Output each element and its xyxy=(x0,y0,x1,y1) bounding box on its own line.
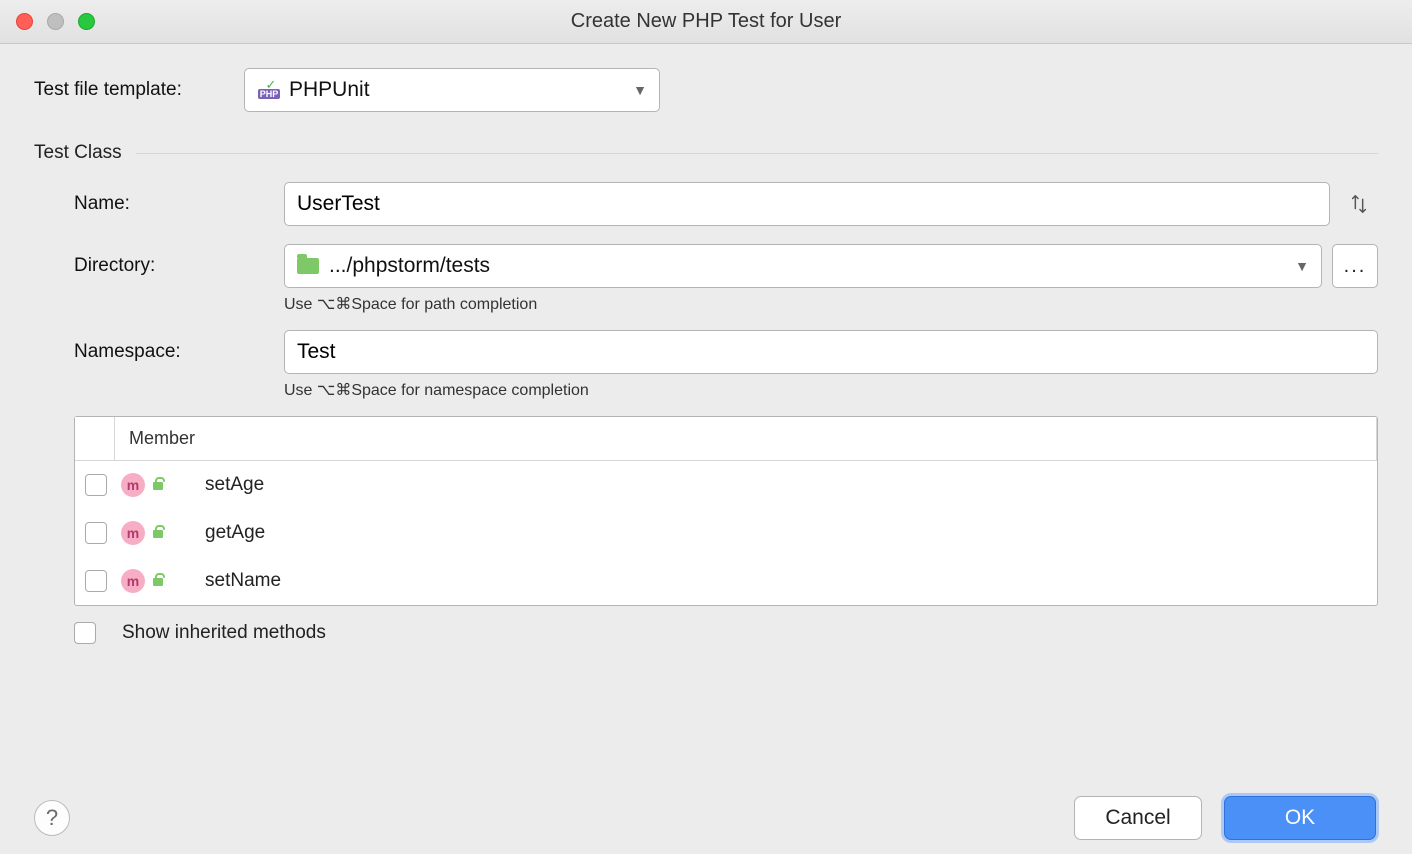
member-name: setName xyxy=(205,570,281,592)
namespace-hint: Use ⌥⌘Space for namespace completion xyxy=(284,380,1378,400)
chevron-down-icon: ▼ xyxy=(1295,258,1309,274)
namespace-label: Namespace: xyxy=(74,341,284,363)
member-header[interactable]: Member xyxy=(115,417,1377,460)
template-combobox[interactable]: ✓ PHP PHPUnit ▼ xyxy=(244,68,660,112)
show-inherited-checkbox[interactable] xyxy=(74,622,96,644)
name-input-wrapper xyxy=(284,182,1330,226)
table-row[interactable]: m setName xyxy=(75,557,1377,605)
namespace-input-wrapper xyxy=(284,330,1378,374)
method-icon: m xyxy=(121,521,145,545)
window-title: Create New PHP Test for User xyxy=(0,10,1412,33)
help-button[interactable]: ? xyxy=(34,800,70,836)
browse-directory-button[interactable]: ... xyxy=(1332,244,1378,288)
dialog-content: Test file template: ✓ PHP PHPUnit ▼ Test… xyxy=(0,44,1412,644)
folder-icon xyxy=(297,258,319,274)
show-inherited-label: Show inherited methods xyxy=(122,622,326,644)
unlock-icon xyxy=(151,478,167,492)
member-checkbox[interactable] xyxy=(85,570,107,592)
unlock-icon xyxy=(151,526,167,540)
unlock-icon xyxy=(151,574,167,588)
template-label: Test file template: xyxy=(34,79,244,101)
template-value: PHPUnit xyxy=(289,78,370,102)
name-input[interactable] xyxy=(297,192,1317,216)
chevron-down-icon: ▼ xyxy=(633,82,647,98)
directory-combobox[interactable]: .../phpstorm/tests ▼ xyxy=(284,244,1322,288)
members-table: Member m setAge m getAge m setName xyxy=(74,416,1378,606)
divider xyxy=(136,153,1378,154)
dialog-footer: ? Cancel OK xyxy=(0,796,1412,840)
directory-hint: Use ⌥⌘Space for path completion xyxy=(284,294,1378,314)
cancel-button[interactable]: Cancel xyxy=(1074,796,1202,840)
directory-value: .../phpstorm/tests xyxy=(329,254,490,278)
namespace-input[interactable] xyxy=(297,340,1365,364)
test-class-section-header: Test Class xyxy=(34,142,1378,164)
member-name: setAge xyxy=(205,474,264,496)
member-name: getAge xyxy=(205,522,265,544)
table-row[interactable]: m getAge xyxy=(75,509,1377,557)
table-header: Member xyxy=(75,417,1377,461)
table-row[interactable]: m setAge xyxy=(75,461,1377,509)
method-icon: m xyxy=(121,473,145,497)
section-title: Test Class xyxy=(34,142,122,164)
member-checkbox[interactable] xyxy=(85,474,107,496)
ok-button[interactable]: OK xyxy=(1224,796,1376,840)
member-checkbox[interactable] xyxy=(85,522,107,544)
checkbox-header xyxy=(75,417,115,460)
swap-name-button[interactable] xyxy=(1340,182,1378,226)
name-label: Name: xyxy=(74,193,284,215)
swap-icon xyxy=(1348,193,1370,215)
titlebar: Create New PHP Test for User xyxy=(0,0,1412,44)
method-icon: m xyxy=(121,569,145,593)
directory-label: Directory: xyxy=(74,255,284,277)
phpunit-icon: ✓ PHP xyxy=(257,80,281,100)
